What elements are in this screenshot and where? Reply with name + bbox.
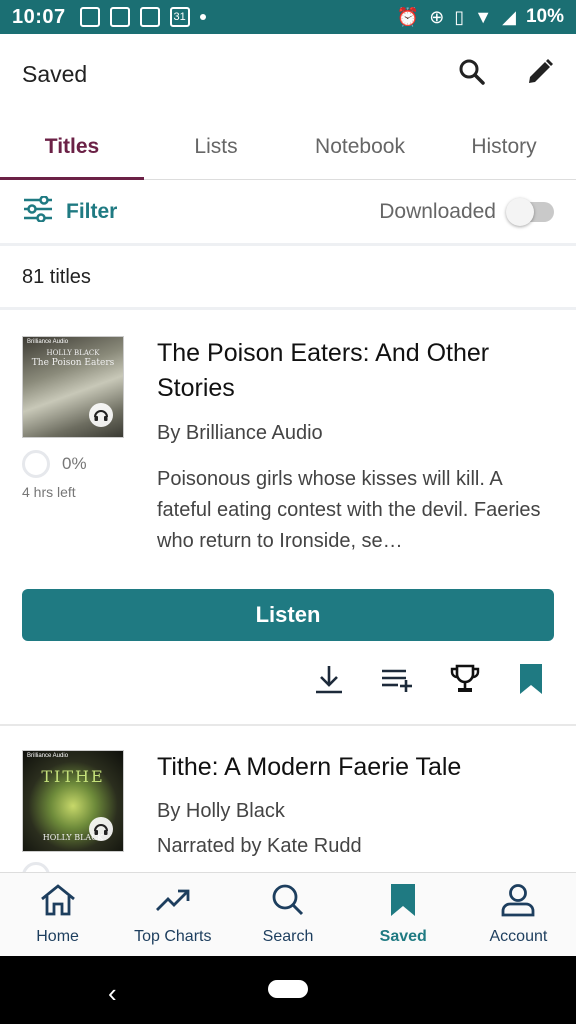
trending-icon (154, 883, 192, 922)
titles-count: 81 titles (0, 248, 576, 310)
headphones-icon (89, 817, 113, 841)
battery-level: 10% (525, 6, 564, 27)
time-left: 4 hrs left (22, 484, 76, 500)
search-icon (269, 883, 307, 922)
downloaded-toggle[interactable] (506, 197, 554, 226)
bookmark-icon (384, 883, 422, 922)
tab-notebook[interactable]: Notebook (288, 114, 432, 179)
book-cover[interactable]: Brilliance Audio TITHE HOLLY BLACK (22, 750, 124, 852)
page-title: Saved (22, 60, 88, 87)
progress-percent: 0% (62, 454, 87, 473)
wifi-icon: ▼ (474, 6, 493, 27)
tab-history[interactable]: History (432, 114, 576, 179)
nav-saved[interactable]: Saved (346, 873, 461, 956)
nav-top-charts[interactable]: Top Charts (115, 873, 230, 956)
add-to-list-icon[interactable] (380, 662, 414, 701)
nav-account[interactable]: Account (461, 873, 576, 956)
data-saver-icon: ⊕ (429, 6, 445, 27)
alarm-icon: ⏰ (396, 6, 420, 27)
signal-icon: ◢ (502, 6, 516, 27)
book-cover[interactable]: Brilliance Audio HOLLY BLACK The Poison … (22, 336, 124, 438)
calendar-icon: 31 (169, 7, 190, 27)
downloaded-label: Downloaded (379, 199, 496, 223)
system-nav-bar: ‹ (0, 956, 576, 1024)
account-icon (499, 883, 537, 922)
home-icon (39, 883, 77, 922)
tab-bar: Titles Lists Notebook History (0, 114, 576, 180)
cover-title: TITHE (41, 767, 105, 786)
cover-author: HOLLY BLACK (46, 349, 100, 357)
nav-account-label: Account (489, 928, 548, 945)
instagram-icon (139, 7, 160, 27)
cover-brand: Brilliance Audio (27, 339, 69, 345)
tab-lists[interactable]: Lists (144, 114, 288, 179)
notification-dot-icon (199, 14, 206, 20)
filter-label: Filter (66, 199, 118, 223)
download-icon[interactable] (312, 662, 346, 701)
filter-bar: Filter Downloaded (0, 180, 576, 246)
filter-button[interactable]: Filter (22, 194, 118, 228)
nav-top-charts-label: Top Charts (134, 928, 212, 945)
progress-ring (22, 862, 50, 872)
bookmark-icon[interactable] (516, 662, 546, 701)
filter-sliders-icon (22, 194, 54, 228)
edit-icon[interactable] (526, 58, 554, 91)
status-bar: 10:07 31 ⏰ ⊕ ▯ ▼ ◢ 10% (0, 0, 576, 34)
vibrate-icon: ▯ (454, 6, 465, 27)
book-byline[interactable]: By Brilliance Audio (157, 422, 323, 445)
progress-ring (22, 450, 50, 478)
photo-icon (79, 7, 100, 27)
nav-home[interactable]: Home (0, 873, 115, 956)
book-title[interactable]: Tithe: A Modern Faerie Tale (157, 750, 552, 785)
book-byline[interactable]: By Holly Black (157, 800, 285, 823)
cover-title: The Poison Eaters (31, 358, 115, 368)
nav-search-label: Search (262, 928, 314, 945)
search-icon[interactable] (458, 58, 486, 91)
listen-button[interactable]: Listen (22, 589, 554, 641)
nav-saved-label: Saved (379, 928, 427, 945)
book-description: Poisonous girls whose kisses will kill. … (157, 468, 541, 552)
news-icon (109, 7, 130, 27)
trophy-icon[interactable] (448, 662, 482, 701)
cover-brand: Brilliance Audio (27, 753, 69, 759)
headphones-icon (89, 403, 113, 427)
bottom-nav: Home Top Charts Search Saved Account (0, 872, 576, 956)
tab-titles[interactable]: Titles (0, 114, 144, 180)
status-time: 10:07 (12, 5, 66, 28)
back-icon[interactable]: ‹ (108, 978, 117, 1009)
book-card: Brilliance Audio HOLLY BLACK The Poison … (0, 312, 576, 726)
book-card: Brilliance Audio TITHE HOLLY BLACK Tithe… (0, 728, 576, 872)
book-narrator[interactable]: Narrated by Kate Rudd (157, 835, 362, 858)
app-header: Saved (0, 34, 576, 114)
nav-search[interactable]: Search (230, 873, 345, 956)
nav-home-label: Home (36, 928, 79, 945)
book-title[interactable]: The Poison Eaters: And Other Stories (157, 336, 552, 406)
toggle-knob (506, 197, 534, 226)
home-pill-icon[interactable] (268, 980, 308, 998)
